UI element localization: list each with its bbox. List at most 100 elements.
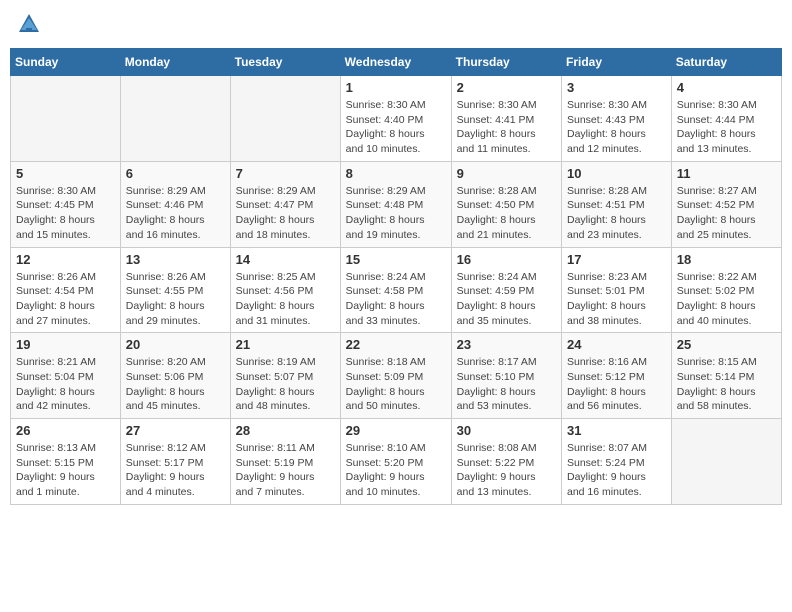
calendar-cell: 13 Sunrise: 8:26 AMSunset: 4:55 PMDayligh…	[120, 247, 230, 333]
day-info: Sunrise: 8:29 AMSunset: 4:48 PMDaylight:…	[346, 184, 446, 243]
calendar-cell: 29Sunrise: 8:10 AMSunset: 5:20 PMDayligh…	[340, 419, 451, 505]
day-info: Sunrise: 8:16 AMSunset: 5:12 PMDaylight:…	[567, 355, 666, 414]
calendar-cell: 3 Sunrise: 8:30 AMSunset: 4:43 PMDaylight…	[562, 76, 672, 162]
calendar-cell: 31Sunrise: 8:07 AMSunset: 5:24 PMDayligh…	[562, 419, 672, 505]
day-number: 6	[126, 166, 225, 181]
day-info: Sunrise: 8:28 AMSunset: 4:50 PMDaylight:…	[457, 184, 556, 243]
calendar-cell: 22 Sunrise: 8:18 AMSunset: 5:09 PMDayligh…	[340, 333, 451, 419]
day-number: 25	[677, 337, 776, 352]
calendar-cell	[120, 76, 230, 162]
day-info: Sunrise: 8:13 AMSunset: 5:15 PMDaylight:…	[16, 441, 115, 500]
day-info: Sunrise: 8:24 AMSunset: 4:59 PMDaylight:…	[457, 270, 556, 329]
day-number: 5	[16, 166, 115, 181]
calendar-cell: 18 Sunrise: 8:22 AMSunset: 5:02 PMDayligh…	[671, 247, 781, 333]
day-info: Sunrise: 8:30 AMSunset: 4:44 PMDaylight:…	[677, 98, 776, 157]
day-number: 7	[236, 166, 335, 181]
day-number: 1	[346, 80, 446, 95]
day-info: Sunrise: 8:21 AMSunset: 5:04 PMDaylight:…	[16, 355, 115, 414]
calendar-cell: 21 Sunrise: 8:19 AMSunset: 5:07 PMDayligh…	[230, 333, 340, 419]
day-info: Sunrise: 8:08 AMSunset: 5:22 PMDaylight:…	[457, 441, 556, 500]
day-info: Sunrise: 8:30 AMSunset: 4:45 PMDaylight:…	[16, 184, 115, 243]
calendar-cell: 30Sunrise: 8:08 AMSunset: 5:22 PMDayligh…	[451, 419, 561, 505]
calendar-cell: 25 Sunrise: 8:15 AMSunset: 5:14 PMDayligh…	[671, 333, 781, 419]
calendar-cell: 2Sunrise: 8:30 AMSunset: 4:41 PMDaylight…	[451, 76, 561, 162]
day-info: Sunrise: 8:28 AMSunset: 4:51 PMDaylight:…	[567, 184, 666, 243]
day-info: Sunrise: 8:17 AMSunset: 5:10 PMDaylight:…	[457, 355, 556, 414]
calendar-week-2: 5 Sunrise: 8:30 AMSunset: 4:45 PMDaylight…	[11, 161, 782, 247]
day-info: Sunrise: 8:26 AMSunset: 4:55 PMDaylight:…	[126, 270, 225, 329]
weekday-header-wednesday: Wednesday	[340, 49, 451, 76]
day-info: Sunrise: 8:30 AMSunset: 4:43 PMDaylight:…	[567, 98, 666, 157]
logo	[15, 10, 47, 38]
logo-icon	[15, 10, 43, 38]
calendar-week-5: 26 Sunrise: 8:13 AMSunset: 5:15 PMDayligh…	[11, 419, 782, 505]
day-number: 11	[677, 166, 776, 181]
day-number: 12	[16, 252, 115, 267]
day-number: 27	[126, 423, 225, 438]
calendar-cell	[671, 419, 781, 505]
day-info: Sunrise: 8:29 AMSunset: 4:46 PMDaylight:…	[126, 184, 225, 243]
day-number: 21	[236, 337, 335, 352]
calendar-cell: 6 Sunrise: 8:29 AMSunset: 4:46 PMDaylight…	[120, 161, 230, 247]
calendar-cell: 19 Sunrise: 8:21 AMSunset: 5:04 PMDayligh…	[11, 333, 121, 419]
day-number: 29	[346, 423, 446, 438]
day-number: 16	[457, 252, 556, 267]
calendar-cell: 9Sunrise: 8:28 AMSunset: 4:50 PMDaylight…	[451, 161, 561, 247]
calendar-cell: 15Sunrise: 8:24 AMSunset: 4:58 PMDayligh…	[340, 247, 451, 333]
day-info: Sunrise: 8:25 AMSunset: 4:56 PMDaylight:…	[236, 270, 335, 329]
calendar-cell: 20Sunrise: 8:20 AMSunset: 5:06 PMDayligh…	[120, 333, 230, 419]
day-number: 13	[126, 252, 225, 267]
weekday-header-monday: Monday	[120, 49, 230, 76]
day-info: Sunrise: 8:29 AMSunset: 4:47 PMDaylight:…	[236, 184, 335, 243]
day-number: 23	[457, 337, 556, 352]
day-info: Sunrise: 8:15 AMSunset: 5:14 PMDaylight:…	[677, 355, 776, 414]
calendar-week-4: 19 Sunrise: 8:21 AMSunset: 5:04 PMDayligh…	[11, 333, 782, 419]
page-header	[10, 10, 782, 38]
day-info: Sunrise: 8:22 AMSunset: 5:02 PMDaylight:…	[677, 270, 776, 329]
calendar-cell: 10 Sunrise: 8:28 AMSunset: 4:51 PMDayligh…	[562, 161, 672, 247]
day-info: Sunrise: 8:11 AMSunset: 5:19 PMDaylight:…	[236, 441, 335, 500]
calendar-cell: 12 Sunrise: 8:26 AMSunset: 4:54 PMDayligh…	[11, 247, 121, 333]
calendar-cell: 27 Sunrise: 8:12 AMSunset: 5:17 PMDayligh…	[120, 419, 230, 505]
calendar-cell: 26 Sunrise: 8:13 AMSunset: 5:15 PMDayligh…	[11, 419, 121, 505]
calendar-cell: 16 Sunrise: 8:24 AMSunset: 4:59 PMDayligh…	[451, 247, 561, 333]
weekday-header-saturday: Saturday	[671, 49, 781, 76]
day-info: Sunrise: 8:23 AMSunset: 5:01 PMDaylight:…	[567, 270, 666, 329]
day-info: Sunrise: 8:27 AMSunset: 4:52 PMDaylight:…	[677, 184, 776, 243]
calendar-cell: 28Sunrise: 8:11 AMSunset: 5:19 PMDayligh…	[230, 419, 340, 505]
calendar-cell: 5 Sunrise: 8:30 AMSunset: 4:45 PMDaylight…	[11, 161, 121, 247]
weekday-row: SundayMondayTuesdayWednesdayThursdayFrid…	[11, 49, 782, 76]
calendar-cell: 24 Sunrise: 8:16 AMSunset: 5:12 PMDayligh…	[562, 333, 672, 419]
day-number: 24	[567, 337, 666, 352]
day-number: 4	[677, 80, 776, 95]
day-number: 14	[236, 252, 335, 267]
day-number: 17	[567, 252, 666, 267]
calendar-header: SundayMondayTuesdayWednesdayThursdayFrid…	[11, 49, 782, 76]
day-info: Sunrise: 8:30 AMSunset: 4:40 PMDaylight:…	[346, 98, 446, 157]
calendar-cell: 4 Sunrise: 8:30 AMSunset: 4:44 PMDaylight…	[671, 76, 781, 162]
day-info: Sunrise: 8:26 AMSunset: 4:54 PMDaylight:…	[16, 270, 115, 329]
calendar-cell: 14 Sunrise: 8:25 AMSunset: 4:56 PMDayligh…	[230, 247, 340, 333]
day-info: Sunrise: 8:30 AMSunset: 4:41 PMDaylight:…	[457, 98, 556, 157]
day-info: Sunrise: 8:12 AMSunset: 5:17 PMDaylight:…	[126, 441, 225, 500]
day-number: 10	[567, 166, 666, 181]
weekday-header-thursday: Thursday	[451, 49, 561, 76]
day-number: 22	[346, 337, 446, 352]
calendar-table: SundayMondayTuesdayWednesdayThursdayFrid…	[10, 48, 782, 505]
calendar-week-1: 1 Sunrise: 8:30 AMSunset: 4:40 PMDaylight…	[11, 76, 782, 162]
calendar-cell	[230, 76, 340, 162]
day-number: 20	[126, 337, 225, 352]
day-info: Sunrise: 8:18 AMSunset: 5:09 PMDaylight:…	[346, 355, 446, 414]
day-number: 19	[16, 337, 115, 352]
calendar-cell: 8 Sunrise: 8:29 AMSunset: 4:48 PMDaylight…	[340, 161, 451, 247]
day-info: Sunrise: 8:24 AMSunset: 4:58 PMDaylight:…	[346, 270, 446, 329]
day-number: 3	[567, 80, 666, 95]
day-number: 18	[677, 252, 776, 267]
calendar-cell: 1 Sunrise: 8:30 AMSunset: 4:40 PMDaylight…	[340, 76, 451, 162]
weekday-header-tuesday: Tuesday	[230, 49, 340, 76]
day-number: 26	[16, 423, 115, 438]
weekday-header-sunday: Sunday	[11, 49, 121, 76]
day-number: 8	[346, 166, 446, 181]
weekday-header-friday: Friday	[562, 49, 672, 76]
day-info: Sunrise: 8:19 AMSunset: 5:07 PMDaylight:…	[236, 355, 335, 414]
